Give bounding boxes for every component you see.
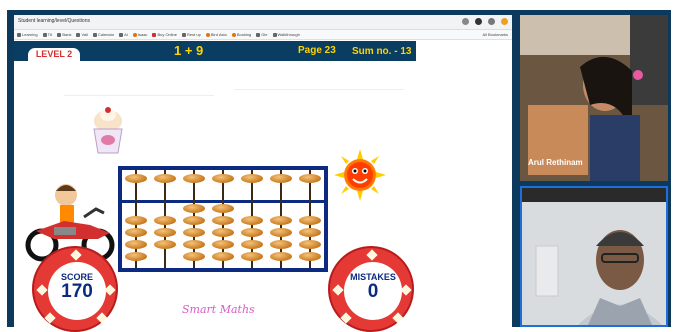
sum-equation: 1 + 9 bbox=[174, 43, 204, 58]
abacus-bead[interactable] bbox=[125, 174, 148, 183]
abacus-bead[interactable] bbox=[298, 216, 321, 225]
abacus-bead[interactable] bbox=[298, 252, 321, 261]
pen-icon[interactable] bbox=[475, 18, 482, 25]
game-header: LEVEL 2 1 + 9 Page 23 Sum no. - 13 bbox=[14, 41, 416, 61]
bookmark-item[interactable]: Gle bbox=[256, 32, 268, 37]
abacus-bead[interactable] bbox=[269, 240, 292, 249]
abacus-bead[interactable] bbox=[212, 240, 234, 249]
participant-name: Arul Rethinam bbox=[528, 158, 583, 167]
abacus-bead[interactable] bbox=[240, 216, 263, 225]
abacus-bead[interactable] bbox=[125, 252, 148, 261]
abacus-bead[interactable] bbox=[298, 174, 321, 183]
abacus-bead[interactable] bbox=[154, 174, 177, 183]
abacus-bead[interactable] bbox=[125, 216, 148, 225]
profile-avatar-icon[interactable] bbox=[501, 18, 508, 25]
abacus-bead[interactable] bbox=[212, 216, 234, 225]
url-text[interactable]: Student learning/level/Questions bbox=[18, 18, 90, 24]
abacus-bead[interactable] bbox=[240, 228, 263, 237]
divider bbox=[64, 95, 214, 96]
browser-window: Student learning/level/Questions Learnin… bbox=[14, 15, 512, 332]
abacus-bead[interactable] bbox=[212, 204, 234, 213]
bookmark-item[interactable]: Buy Online bbox=[152, 32, 177, 37]
abacus-bead[interactable] bbox=[154, 240, 177, 249]
smiling-sun-icon bbox=[334, 149, 386, 201]
cupcake-icon bbox=[93, 107, 123, 154]
video-tile-student[interactable]: Arul Rethinam bbox=[520, 15, 668, 181]
abacus bbox=[118, 166, 328, 272]
abacus-game-canvas: LEVEL 2 1 + 9 Page 23 Sum no. - 13 SCORE… bbox=[14, 41, 416, 332]
abacus-bead[interactable] bbox=[269, 216, 292, 225]
mistakes-dial: MISTAKES 0 bbox=[328, 246, 414, 332]
address-bar[interactable]: Student learning/level/Questions bbox=[14, 15, 512, 30]
score-dial: SCORE 170 bbox=[32, 246, 118, 332]
mistakes-value: 0 bbox=[367, 281, 379, 302]
abacus-bead[interactable] bbox=[183, 216, 206, 225]
teacher-video-feed bbox=[522, 188, 666, 325]
bookmark-item[interactable]: Bird Asto bbox=[205, 32, 227, 37]
abacus-bead[interactable] bbox=[183, 228, 206, 237]
bookmark-item[interactable]: Walkthrough bbox=[272, 32, 300, 37]
browser-toolbar-icons bbox=[462, 18, 508, 25]
bookmark-item[interactable]: ТК bbox=[42, 32, 52, 37]
abacus-bead[interactable] bbox=[125, 240, 148, 249]
abacus-bead[interactable] bbox=[240, 240, 263, 249]
abacus-bead[interactable] bbox=[240, 174, 263, 183]
bookmarks-bar: Learning ТК Bank Vall Calendar AI Isaac … bbox=[14, 30, 512, 40]
abacus-bead[interactable] bbox=[298, 240, 321, 249]
abacus-bead[interactable] bbox=[154, 216, 177, 225]
abacus-bead[interactable] bbox=[183, 252, 206, 261]
abacus-bead[interactable] bbox=[212, 252, 234, 261]
zoom-icon[interactable] bbox=[462, 18, 469, 25]
abacus-bead[interactable] bbox=[269, 228, 292, 237]
bookmark-item[interactable]: AI bbox=[119, 32, 128, 37]
page-number: Page 23 bbox=[298, 45, 336, 56]
abacus-bead[interactable] bbox=[183, 174, 206, 183]
bookmark-item[interactable]: Booking bbox=[231, 32, 251, 37]
level-badge: LEVEL 2 bbox=[28, 48, 80, 61]
bookmark-item[interactable]: Bank bbox=[57, 32, 71, 37]
bookmark-item[interactable]: Vall bbox=[76, 32, 88, 37]
video-tile-teacher[interactable] bbox=[520, 186, 668, 327]
abacus-bead[interactable] bbox=[154, 228, 177, 237]
abacus-bead[interactable] bbox=[125, 228, 148, 237]
bookmark-item[interactable]: Calendar bbox=[92, 32, 114, 37]
abacus-bead[interactable] bbox=[212, 228, 234, 237]
bookmark-item[interactable]: Isaac bbox=[132, 32, 147, 37]
abacus-bead[interactable] bbox=[183, 204, 206, 213]
abacus-bead[interactable] bbox=[269, 252, 292, 261]
bookmark-item[interactable]: Learning bbox=[17, 32, 38, 37]
abacus-bead[interactable] bbox=[269, 174, 292, 183]
abacus-bead[interactable] bbox=[298, 228, 321, 237]
abacus-bead[interactable] bbox=[212, 174, 234, 183]
score-value: 170 bbox=[61, 281, 93, 302]
extension-icon[interactable] bbox=[488, 18, 495, 25]
abacus-bead[interactable] bbox=[240, 252, 263, 261]
sum-number: Sum no. - 13 bbox=[352, 46, 412, 57]
divider bbox=[234, 89, 404, 90]
abacus-bead[interactable] bbox=[183, 240, 206, 249]
brand-logo: Smart Maths bbox=[182, 303, 255, 316]
student-video-feed bbox=[520, 15, 668, 181]
bookmark-item[interactable]: Rest up bbox=[182, 32, 201, 37]
all-bookmarks-link[interactable]: All Bookmarks bbox=[482, 32, 508, 37]
